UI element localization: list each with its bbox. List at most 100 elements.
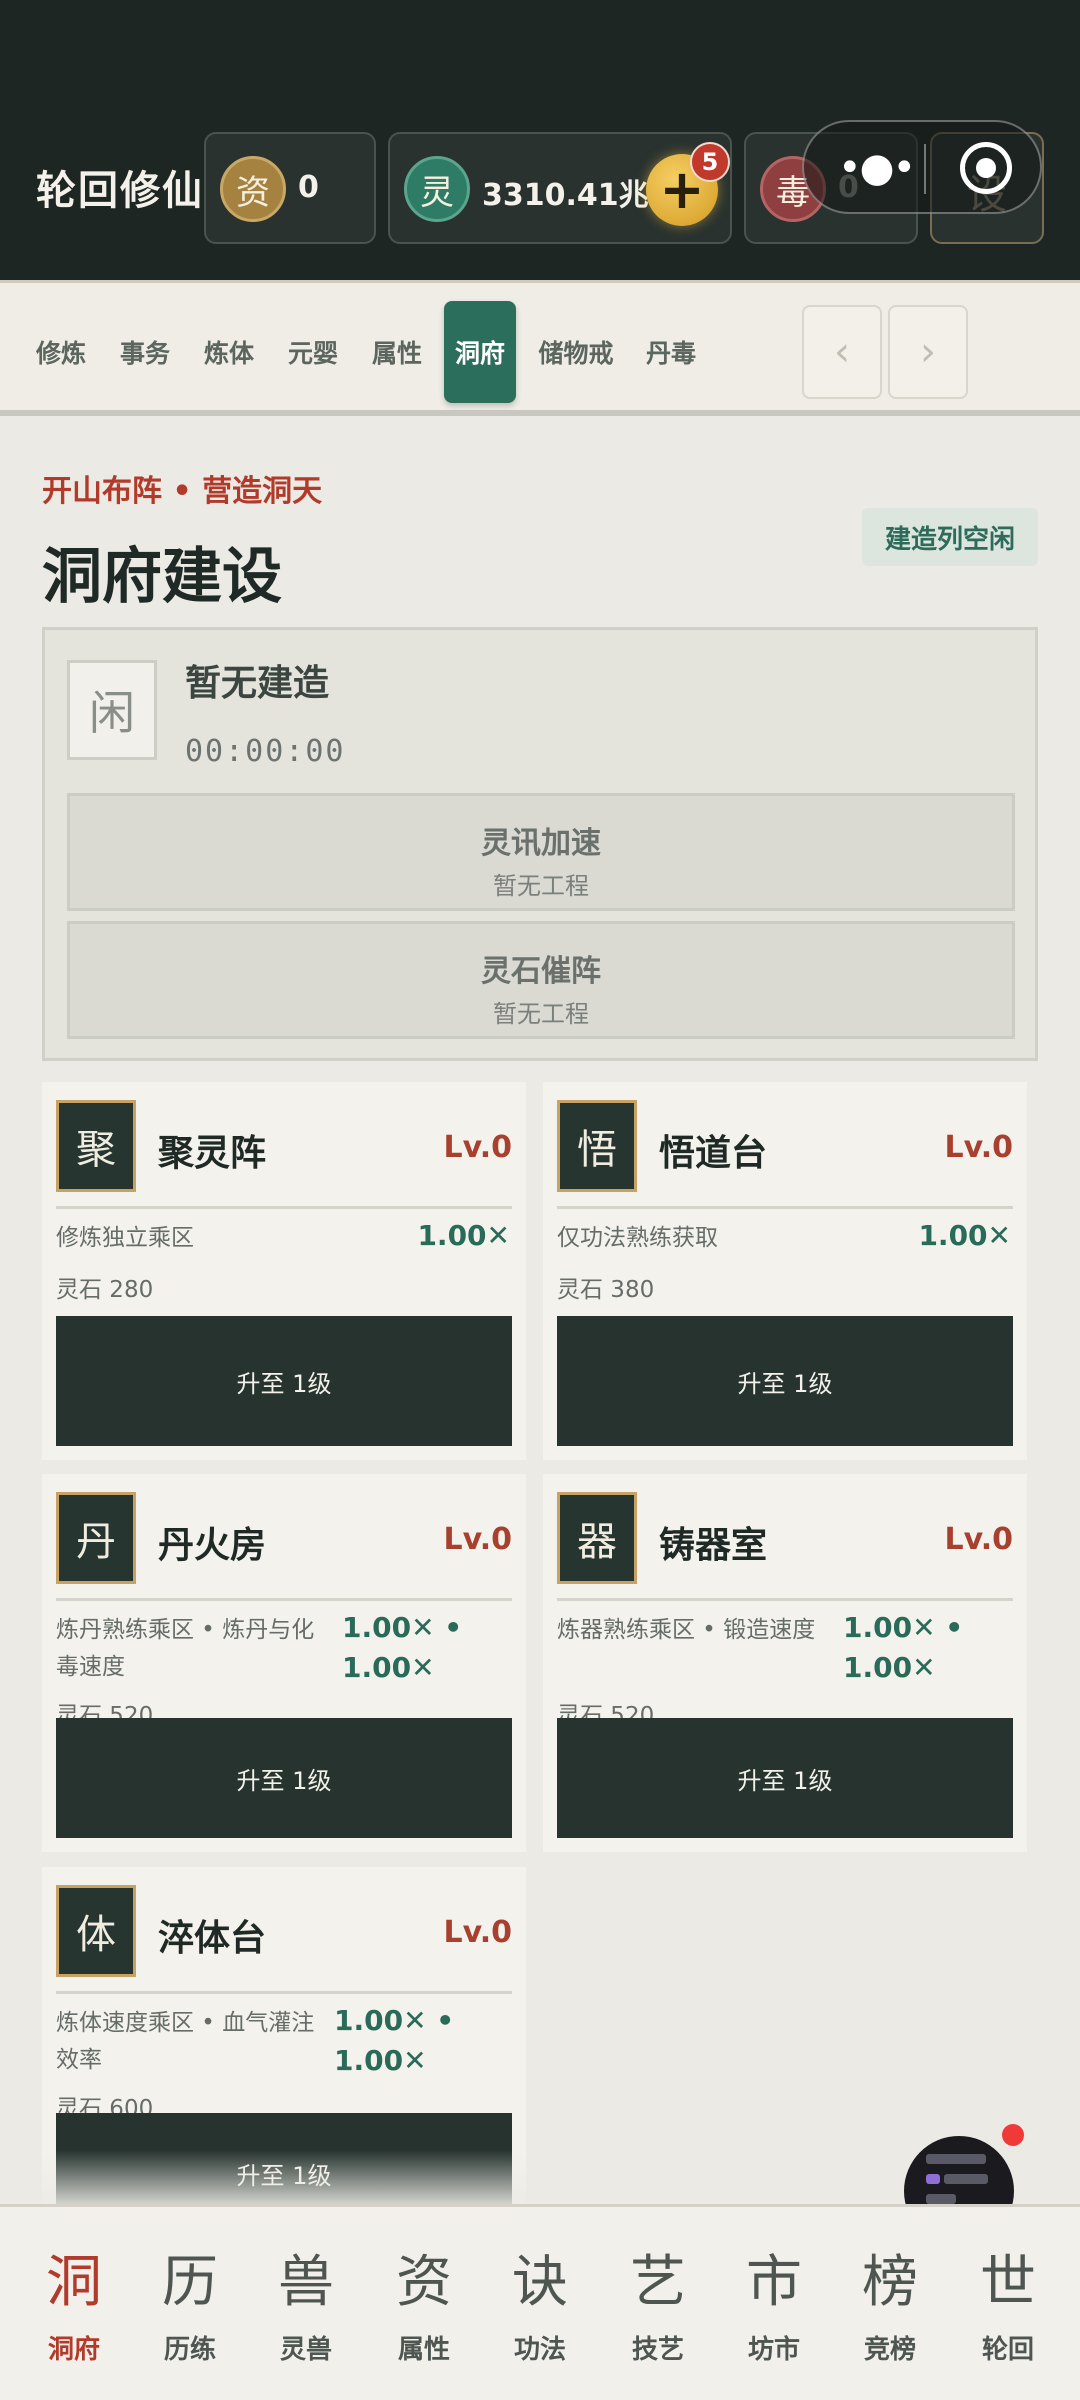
nav-label: 轮回 <box>981 2335 1034 2365</box>
resource-ling-box[interactable]: 灵 3310.41兆 + 5 <box>388 132 732 244</box>
building-level: Lv.0 <box>443 1130 513 1165</box>
nav-dongfu-icon: 洞 <box>46 2250 102 2315</box>
speedup-sub: 暂无工程 <box>493 872 589 900</box>
nav-dongfu[interactable]: 洞 洞府 <box>20 2251 128 2366</box>
building-name: 丹火房 <box>158 1524 267 1566</box>
speedup-title: 灵讯加速 <box>481 826 601 861</box>
building-level: Lv.0 <box>944 1522 1014 1557</box>
nav-label: 洞府 <box>47 2335 100 2365</box>
idle-icon: 闲 <box>67 660 157 760</box>
nav-label: 历练 <box>163 2335 216 2365</box>
zi-coin-icon: 资 <box>220 156 286 222</box>
nav-label: 竞榜 <box>863 2335 916 2365</box>
tab-dandu[interactable]: 丹毒 <box>636 301 706 403</box>
tab-xiulian[interactable]: 修炼 <box>26 301 96 403</box>
chat-line <box>944 2174 988 2184</box>
speedup-title: 灵石催阵 <box>481 954 601 989</box>
miniprogram-capsule: •●• <box>802 120 1042 214</box>
building-multiplier: 1.00✕ <box>417 1219 510 1252</box>
app-title: 轮回修仙 <box>36 168 204 214</box>
nav-label: 坊市 <box>747 2335 800 2365</box>
tab-prev-button[interactable]: ‹ <box>802 305 882 399</box>
notification-dot <box>1002 2124 1024 2146</box>
building-desc: 炼丹熟练乘区 • 炼丹与化毒速度 <box>56 1617 315 1680</box>
lingxun-speedup-button[interactable]: 灵讯加速 暂无工程 <box>67 793 1015 911</box>
building-icon: 体 <box>56 1885 136 1977</box>
resource-zi-box[interactable]: 资 0 <box>204 132 376 244</box>
tab-yuanying[interactable]: 元婴 <box>278 301 348 403</box>
nav-fangshi-icon: 市 <box>746 2250 802 2315</box>
speedup-sub: 暂无工程 <box>493 1000 589 1028</box>
top-header: 轮回修仙 资 0 灵 3310.41兆 + 5 毒 0 设 •●• <box>0 0 1080 280</box>
building-multiplier: 1.00✕ • 1.00✕ <box>342 1611 463 1684</box>
building-icon: 器 <box>557 1492 637 1584</box>
upgrade-button[interactable]: 升至 1级 <box>56 1316 512 1446</box>
chat-line <box>926 2154 986 2164</box>
tab-next-button[interactable]: › <box>888 305 968 399</box>
tab-chuwujie[interactable]: 储物戒 <box>530 301 622 403</box>
card-divider <box>56 1598 512 1601</box>
nav-lunhui-icon: 世 <box>980 2250 1036 2315</box>
queue-status-badge: 建造列空闲 <box>862 508 1038 566</box>
bottom-nav: 洞 洞府 历 历练 兽 灵兽 资 属性 诀 功法 艺 技艺 市 坊市 榜 竞榜 … <box>0 2204 1080 2400</box>
capsule-divider <box>924 144 926 194</box>
more-dots-icon[interactable]: •●• <box>838 148 916 188</box>
upgrade-button[interactable]: 升至 1级 <box>557 1718 1013 1838</box>
building-desc: 仅功法熟练获取 <box>557 1225 718 1251</box>
tab-bar: 修炼 事务 炼体 元婴 属性 洞府 储物戒 丹毒 ‹ › <box>0 280 1080 416</box>
nav-shuxing-icon: 资 <box>396 2250 452 2315</box>
nav-gongfa[interactable]: 诀 功法 <box>486 2251 594 2366</box>
nav-jiyi[interactable]: 艺 技艺 <box>604 2251 712 2366</box>
lingshi-speedup-button[interactable]: 灵石催阵 暂无工程 <box>67 921 1015 1039</box>
ling-coin-icon: 灵 <box>404 156 470 222</box>
nav-label: 灵兽 <box>279 2335 332 2365</box>
tab-shiwu[interactable]: 事务 <box>110 301 180 403</box>
card-divider <box>56 1991 512 1994</box>
nav-gongfa-icon: 诀 <box>512 2250 568 2315</box>
upgrade-button[interactable]: 升至 1级 <box>56 1718 512 1838</box>
building-cost: 灵石 380 <box>557 1277 655 1303</box>
building-icon: 丹 <box>56 1492 136 1584</box>
plus-badge-count: 5 <box>690 142 730 182</box>
nav-lunhui[interactable]: 世 轮回 <box>954 2251 1062 2366</box>
building-level: Lv.0 <box>443 1522 513 1557</box>
add-resource-button[interactable]: + 5 <box>646 142 730 226</box>
chat-line <box>926 2194 956 2204</box>
nav-fangshi[interactable]: 市 坊市 <box>720 2251 828 2366</box>
card-divider <box>56 1206 512 1209</box>
nav-shuxing[interactable]: 资 属性 <box>370 2251 478 2366</box>
building-icon: 聚 <box>56 1100 136 1192</box>
upgrade-button[interactable]: 升至 1级 <box>557 1316 1013 1446</box>
building-multiplier: 1.00✕ • 1.00✕ <box>334 2004 455 2077</box>
tab-dongfu[interactable]: 洞府 <box>444 301 516 403</box>
zi-value: 0 <box>298 170 319 205</box>
building-name: 悟道台 <box>659 1132 768 1174</box>
nav-label: 功法 <box>513 2335 566 2365</box>
nav-jiyi-icon: 艺 <box>630 2250 686 2315</box>
nav-lingshou[interactable]: 兽 灵兽 <box>252 2251 360 2366</box>
nav-label: 属性 <box>397 2335 450 2365</box>
building-desc: 修炼独立乘区 <box>56 1225 194 1251</box>
building-icon: 悟 <box>557 1100 637 1192</box>
tab-lianti[interactable]: 炼体 <box>194 301 264 403</box>
build-status: 暂无建造 <box>185 663 330 704</box>
building-desc: 炼体速度乘区 • 血气灌注效率 <box>56 2010 315 2073</box>
building-level: Lv.0 <box>944 1130 1014 1165</box>
nav-lilian-icon: 历 <box>162 2250 218 2315</box>
nav-jingbang[interactable]: 榜 竞榜 <box>836 2251 944 2366</box>
building-desc: 炼器熟练乘区 • 锻造速度 <box>557 1617 816 1643</box>
build-queue-panel: 闲 暂无建造 00:00:00 灵讯加速 暂无工程 灵石催阵 暂无工程 <box>42 627 1038 1061</box>
build-timer: 00:00:00 <box>185 734 346 769</box>
building-card: 丹 丹火房 Lv.0 炼丹熟练乘区 • 炼丹与化毒速度 1.00✕ • 1.00… <box>42 1474 526 1852</box>
building-card: 器 铸器室 Lv.0 炼器熟练乘区 • 锻造速度 1.00✕ • 1.00✕ 灵… <box>543 1474 1027 1852</box>
close-target-icon[interactable] <box>960 142 1012 194</box>
nav-lingshou-icon: 兽 <box>278 2250 334 2315</box>
ling-value: 3310.41兆 <box>482 178 649 213</box>
building-name: 聚灵阵 <box>158 1132 267 1174</box>
nav-label: 技艺 <box>631 2335 684 2365</box>
tab-shuxing[interactable]: 属性 <box>362 301 432 403</box>
card-divider <box>557 1206 1013 1209</box>
building-name: 淬体台 <box>158 1917 267 1959</box>
page-title: 洞府建设 <box>42 542 282 612</box>
nav-lilian[interactable]: 历 历练 <box>136 2251 244 2366</box>
